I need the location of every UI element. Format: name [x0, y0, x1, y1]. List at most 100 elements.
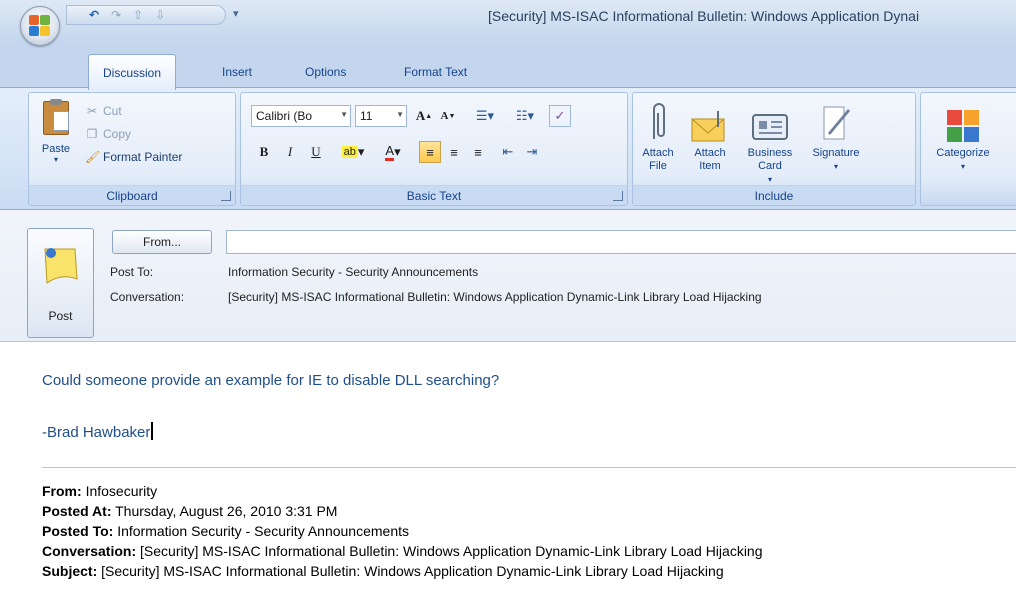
conversation-value: [Security] MS-ISAC Informational Bulleti… — [228, 290, 762, 304]
clipboard-group: Paste ▾ ✂ Cut ❐ Copy 🖌 Format Painter Cl… — [28, 92, 236, 206]
quote-divider — [42, 467, 1016, 468]
envelope-icon — [685, 99, 735, 143]
tab-format-text[interactable]: Format Text — [390, 56, 481, 88]
from-button[interactable]: From... — [112, 230, 212, 254]
tab-discussion[interactable]: Discussion — [88, 54, 177, 90]
signature-pen-icon — [805, 99, 867, 143]
options-group: Categorize ▾ — [920, 92, 1016, 206]
quoted-posted-to-label: Posted To: — [42, 523, 114, 539]
quoted-subject: Subject: [Security] MS-ISAC Informationa… — [42, 563, 724, 579]
attach-item-button[interactable]: Attach Item — [685, 99, 735, 185]
signature-text: -Brad Hawbaker — [42, 424, 151, 441]
copy-button[interactable]: ❐ Copy — [85, 124, 131, 144]
signature-button[interactable]: Signature ▾ — [805, 99, 867, 185]
quoted-from-value: Infosecurity — [85, 483, 158, 499]
align-left-icon[interactable]: ≡ — [419, 141, 441, 163]
business-card-button[interactable]: Business Card ▾ — [739, 99, 801, 185]
quoted-posted-at: Posted At: Thursday, August 26, 2010 3:3… — [42, 503, 337, 519]
paste-label: Paste — [41, 143, 71, 155]
quoted-conversation-label: Conversation: — [42, 543, 137, 559]
window-title: [Security] MS-ISAC Informational Bulleti… — [488, 8, 920, 24]
highlight-icon[interactable]: ab ▾ — [335, 141, 371, 163]
tab-insert[interactable]: Insert — [208, 56, 266, 88]
quoted-posted-to-value: Information Security - Security Announce… — [117, 523, 409, 539]
previous-item-icon[interactable]: ⇧ — [133, 9, 143, 21]
shrink-font-icon[interactable]: A ▼ — [437, 105, 459, 127]
categorize-label: Categorize — [936, 147, 990, 159]
numbering-icon[interactable]: ☷▾ — [507, 105, 543, 127]
grow-font-icon[interactable]: A ▲ — [413, 105, 435, 127]
redo-icon[interactable]: ↷ — [111, 9, 121, 21]
next-item-icon[interactable]: ⇩ — [155, 9, 165, 21]
quick-access-toolbar: ↶ ↷ ⇧ ⇩ — [66, 5, 226, 25]
font-size-combo[interactable]: 11 ▼ — [355, 105, 407, 127]
customize-toolbar-icon[interactable]: ▾ — [233, 7, 239, 20]
clipboard-icon — [41, 99, 71, 137]
undo-icon[interactable]: ↶ — [89, 9, 99, 21]
message-header: Post From... Post To: Information Securi… — [0, 210, 1016, 342]
cut-button[interactable]: ✂ Cut — [85, 101, 122, 121]
increase-indent-icon[interactable]: ⇥ — [521, 141, 543, 163]
quoted-posted-at-value: Thursday, August 26, 2010 3:31 PM — [115, 503, 338, 519]
tab-options[interactable]: Options — [291, 56, 360, 88]
post-label: Post — [48, 309, 73, 323]
quoted-from: From: Infosecurity — [42, 483, 157, 499]
quoted-posted-at-label: Posted At: — [42, 503, 112, 519]
paperclip-icon — [637, 99, 679, 143]
basic-text-group: Calibri (Bo ▼ 11 ▼ A ▲ A ▼ ☰▾ ☷▾ ✓ B I U a… — [240, 92, 628, 206]
include-group: Attach File Attach Item Business Card ▾ … — [632, 92, 916, 206]
text-cursor — [151, 422, 154, 440]
post-note-icon — [41, 243, 81, 287]
office-logo-icon — [29, 15, 51, 37]
chevron-down-icon: ▼ — [396, 110, 404, 119]
bold-button[interactable]: B — [253, 141, 275, 163]
copy-icon: ❐ — [86, 127, 98, 141]
decrease-indent-icon[interactable]: ⇤ — [497, 141, 519, 163]
format-painter-label: Format Painter — [103, 150, 183, 164]
business-card-icon — [739, 99, 801, 143]
from-field[interactable] — [226, 230, 1016, 254]
attach-file-label: Attach File — [642, 147, 674, 172]
scissors-icon: ✂ — [86, 104, 98, 118]
font-name-combo[interactable]: Calibri (Bo ▼ — [251, 105, 351, 127]
quoted-from-label: From: — [42, 483, 82, 499]
message-body[interactable]: Could someone provide an example for IE … — [0, 342, 1016, 609]
clipboard-dialog-launcher-icon[interactable] — [221, 191, 231, 201]
bullets-icon[interactable]: ☰▾ — [467, 105, 503, 127]
clipboard-group-label: Clipboard — [29, 185, 235, 205]
align-right-icon[interactable]: ≡ — [467, 141, 489, 163]
post-button[interactable]: Post — [27, 228, 94, 338]
copy-label: Copy — [103, 127, 132, 141]
post-to-value: Information Security - Security Announce… — [228, 265, 479, 279]
brush-icon: 🖌 — [85, 150, 101, 164]
categorize-button[interactable]: Categorize ▾ — [925, 99, 1001, 185]
attach-item-label: Attach Item — [694, 147, 726, 172]
signature-label: Signature — [812, 147, 860, 159]
office-button[interactable] — [20, 6, 60, 46]
format-painter-button[interactable]: 🖌 Format Painter — [85, 147, 182, 167]
body-signature: -Brad Hawbaker — [42, 422, 154, 441]
basic-text-dialog-launcher-icon[interactable] — [613, 191, 623, 201]
categorize-icon — [925, 99, 1001, 143]
quoted-conversation-value: [Security] MS-ISAC Informational Bulleti… — [140, 543, 763, 559]
italic-button[interactable]: I — [279, 141, 301, 163]
body-question: Could someone provide an example for IE … — [42, 372, 500, 389]
spelling-icon[interactable]: ✓ — [549, 105, 571, 127]
paste-button[interactable]: Paste ▾ — [35, 99, 77, 174]
font-size-value: 11 — [360, 109, 373, 123]
cut-label: Cut — [103, 104, 122, 118]
font-color-icon[interactable]: A ▾ — [375, 141, 411, 163]
chevron-down-icon: ▼ — [340, 110, 348, 119]
attach-file-button[interactable]: Attach File — [637, 99, 679, 185]
align-center-icon[interactable]: ≡ — [443, 141, 465, 163]
quoted-subject-value: [Security] MS-ISAC Informational Bulleti… — [101, 563, 724, 579]
basic-text-group-label: Basic Text — [241, 185, 627, 205]
underline-button[interactable]: U — [305, 141, 327, 163]
quoted-subject-label: Subject: — [42, 563, 98, 579]
conversation-label: Conversation: — [110, 290, 185, 304]
quoted-conversation: Conversation: [Security] MS-ISAC Informa… — [42, 543, 763, 559]
include-group-label: Include — [633, 185, 915, 205]
ribbon: Paste ▾ ✂ Cut ❐ Copy 🖌 Format Painter Cl… — [0, 87, 1016, 210]
title-bar: ↶ ↷ ⇧ ⇩ ▾ [Security] MS-ISAC Information… — [0, 0, 1016, 46]
ribbon-tabs: Discussion Insert Options Format Text — [0, 46, 1016, 90]
